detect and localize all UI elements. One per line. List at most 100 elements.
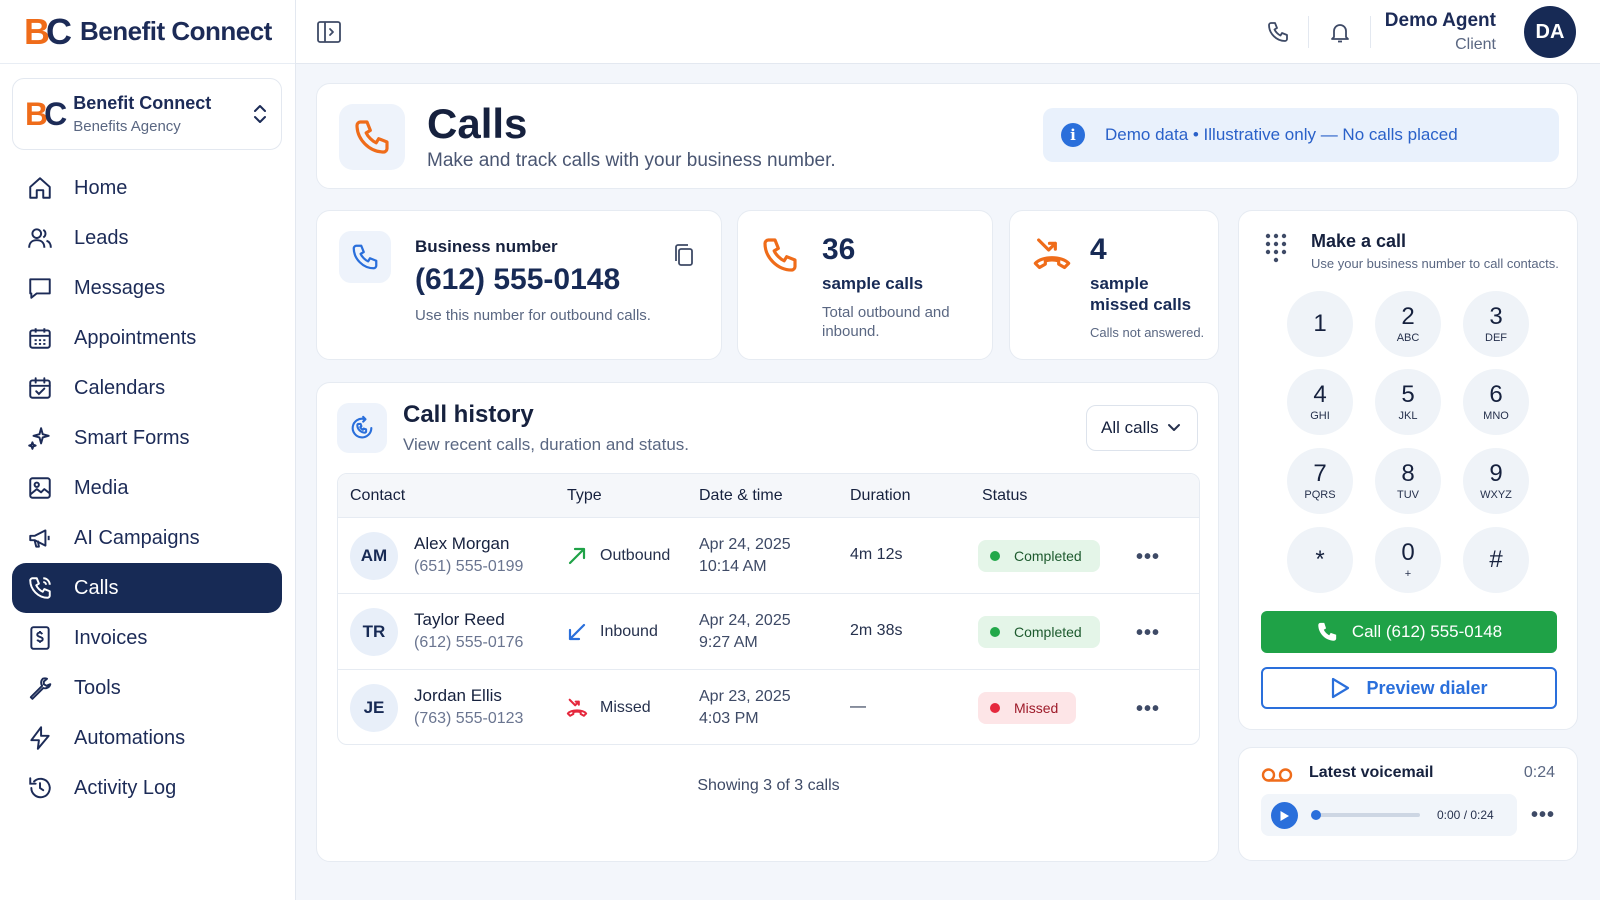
key-hash[interactable]: # xyxy=(1463,527,1529,593)
audio-progress-knob[interactable] xyxy=(1311,810,1321,820)
column-header-date[interactable]: Date & time xyxy=(699,487,783,505)
info-icon: i xyxy=(1061,123,1085,147)
call-type: Inbound xyxy=(566,621,658,643)
more-options-icon[interactable]: ••• xyxy=(1136,622,1160,645)
contact-avatar: JE xyxy=(350,684,398,732)
column-header-type[interactable]: Type xyxy=(567,487,602,505)
call-history-subtitle: View recent calls, duration and status. xyxy=(403,435,690,454)
stat-label: sample missed calls xyxy=(1090,274,1192,314)
outbound-arrow-icon xyxy=(568,547,586,565)
sidebar-item-label: Leads xyxy=(74,226,129,249)
sidebar-item-ai-campaigns[interactable]: AI Campaigns xyxy=(12,513,282,563)
key-3[interactable]: 3 DEF xyxy=(1463,291,1529,357)
org-switcher[interactable]: BC Benefit Connect Benefits Agency xyxy=(12,78,282,150)
page-header: Calls Make and track calls with your bus… xyxy=(316,83,1578,189)
sidebar-item-tools[interactable]: Tools xyxy=(12,663,282,713)
sidebar-item-leads[interactable]: Leads xyxy=(12,213,282,263)
voicemail-card: Latest voicemail 0:24 0:00 / 0:24 ••• xyxy=(1238,747,1578,861)
column-header-duration[interactable]: Duration xyxy=(850,487,910,505)
business-number: (612) 555-0148 xyxy=(415,263,621,296)
column-header-contact[interactable]: Contact xyxy=(350,487,405,505)
stat-value: 36 xyxy=(822,233,856,266)
sidebar-item-appointments[interactable]: Appointments xyxy=(12,313,282,363)
sidebar-item-automations[interactable]: Automations xyxy=(12,713,282,763)
user-name: Demo Agent xyxy=(1384,10,1496,31)
copy-icon[interactable] xyxy=(673,243,695,272)
sidebar-item-label: Automations xyxy=(74,726,186,749)
sidebar-item-media[interactable]: Media xyxy=(12,463,282,513)
sidebar-item-smart-forms[interactable]: Smart Forms xyxy=(12,413,282,463)
call-datetime: Apr 24, 2025 10:14 AM xyxy=(699,536,791,575)
sidebar-item-calendars[interactable]: Calendars xyxy=(12,363,282,413)
call-filter-select[interactable]: All calls xyxy=(1086,405,1198,451)
page-title: Calls xyxy=(427,100,528,147)
bell-icon[interactable] xyxy=(1328,20,1352,49)
divider xyxy=(1308,16,1309,48)
avatar[interactable]: DA xyxy=(1524,6,1576,58)
contact-name[interactable]: Jordan Ellis xyxy=(414,686,502,706)
bolt-icon xyxy=(26,724,54,752)
org-logo: BC xyxy=(25,96,67,132)
calendar-grid-icon xyxy=(26,324,54,352)
sidebar-toggle-icon[interactable] xyxy=(316,20,342,49)
key-8[interactable]: 8 TUV xyxy=(1375,448,1441,514)
sidebar-item-calls[interactable]: Calls xyxy=(12,563,282,613)
user-menu[interactable]: Demo Agent Client xyxy=(1385,10,1496,54)
call-type: Missed xyxy=(566,697,651,719)
key-star[interactable]: * xyxy=(1287,527,1353,593)
sidebar-item-label: Appointments xyxy=(74,326,197,349)
key-2[interactable]: 2 ABC xyxy=(1375,291,1441,357)
call-button[interactable]: Call (612) 555-0148 xyxy=(1261,611,1557,653)
sidebar-item-messages[interactable]: Messages xyxy=(12,263,282,313)
audio-progress-track[interactable] xyxy=(1316,813,1420,817)
call-filter-value: All calls xyxy=(1101,418,1159,437)
sidebar-item-label: Activity Log xyxy=(74,776,177,799)
audio-player: 0:00 / 0:24 xyxy=(1261,794,1517,836)
play-icon xyxy=(1280,810,1289,821)
column-header-status[interactable]: Status xyxy=(982,487,1027,505)
status-badge: Missed xyxy=(978,692,1077,724)
missed-call-icon xyxy=(1032,235,1072,280)
org-name: Benefit Connect xyxy=(73,93,212,113)
sidebar-item-invoices[interactable]: Invoices xyxy=(12,613,282,663)
table-row[interactable]: JE Jordan Ellis (763) 555-0123 Missed Ap… xyxy=(338,670,1199,744)
dialpad-icon xyxy=(1265,233,1287,268)
key-0[interactable]: 0 + xyxy=(1375,527,1441,593)
key-7[interactable]: 7 PQRS xyxy=(1287,448,1353,514)
call-duration: — xyxy=(850,698,866,715)
voicemail-title: Latest voicemail xyxy=(1309,764,1434,781)
more-options-icon[interactable]: ••• xyxy=(1136,546,1160,569)
phone-icon xyxy=(760,235,800,280)
key-6[interactable]: 6 MNO xyxy=(1463,369,1529,435)
sidebar-item-label: Tools xyxy=(74,676,121,699)
page-subtitle: Make and track calls with your business … xyxy=(427,150,836,171)
contact-name[interactable]: Alex Morgan xyxy=(414,534,509,554)
phone-icon xyxy=(1318,622,1337,641)
contact-name[interactable]: Taylor Reed xyxy=(414,610,505,630)
brand[interactable]: BC Benefit Connect xyxy=(0,0,295,64)
users-icon xyxy=(26,224,54,252)
stat-missed-calls: 4 sample missed calls Calls not answered… xyxy=(1009,210,1219,360)
key-5[interactable]: 5 JKL xyxy=(1375,369,1441,435)
more-options-icon[interactable]: ••• xyxy=(1136,698,1160,721)
call-history-icon xyxy=(337,403,387,453)
topbar: Demo Agent Client DA xyxy=(296,0,1600,64)
status-badge: Completed xyxy=(978,616,1100,648)
call-history-card: Call history View recent calls, duration… xyxy=(316,382,1219,862)
table-row[interactable]: TR Taylor Reed (612) 555-0176 Inbound Ap… xyxy=(338,594,1199,670)
business-number-label: Business number xyxy=(415,237,558,256)
key-1[interactable]: 1 xyxy=(1287,291,1353,357)
phone-icon[interactable] xyxy=(1266,20,1290,49)
key-9[interactable]: 9 WXYZ xyxy=(1463,448,1529,514)
sidebar-item-label: Smart Forms xyxy=(74,426,190,449)
play-button[interactable] xyxy=(1271,802,1298,829)
preview-dialer-button[interactable]: Preview dialer xyxy=(1261,667,1557,709)
key-4[interactable]: 4 GHI xyxy=(1287,369,1353,435)
contact-phone: (651) 555-0199 xyxy=(414,558,524,575)
table-row[interactable]: AM Alex Morgan (651) 555-0199 Outbound A… xyxy=(338,518,1199,594)
sidebar-item-home[interactable]: Home xyxy=(12,163,282,213)
more-options-icon[interactable]: ••• xyxy=(1531,804,1555,827)
preview-dialer-label: Preview dialer xyxy=(1366,677,1488,698)
sidebar-item-activity-log[interactable]: Activity Log xyxy=(12,763,282,813)
stat-label: sample calls xyxy=(822,274,924,293)
